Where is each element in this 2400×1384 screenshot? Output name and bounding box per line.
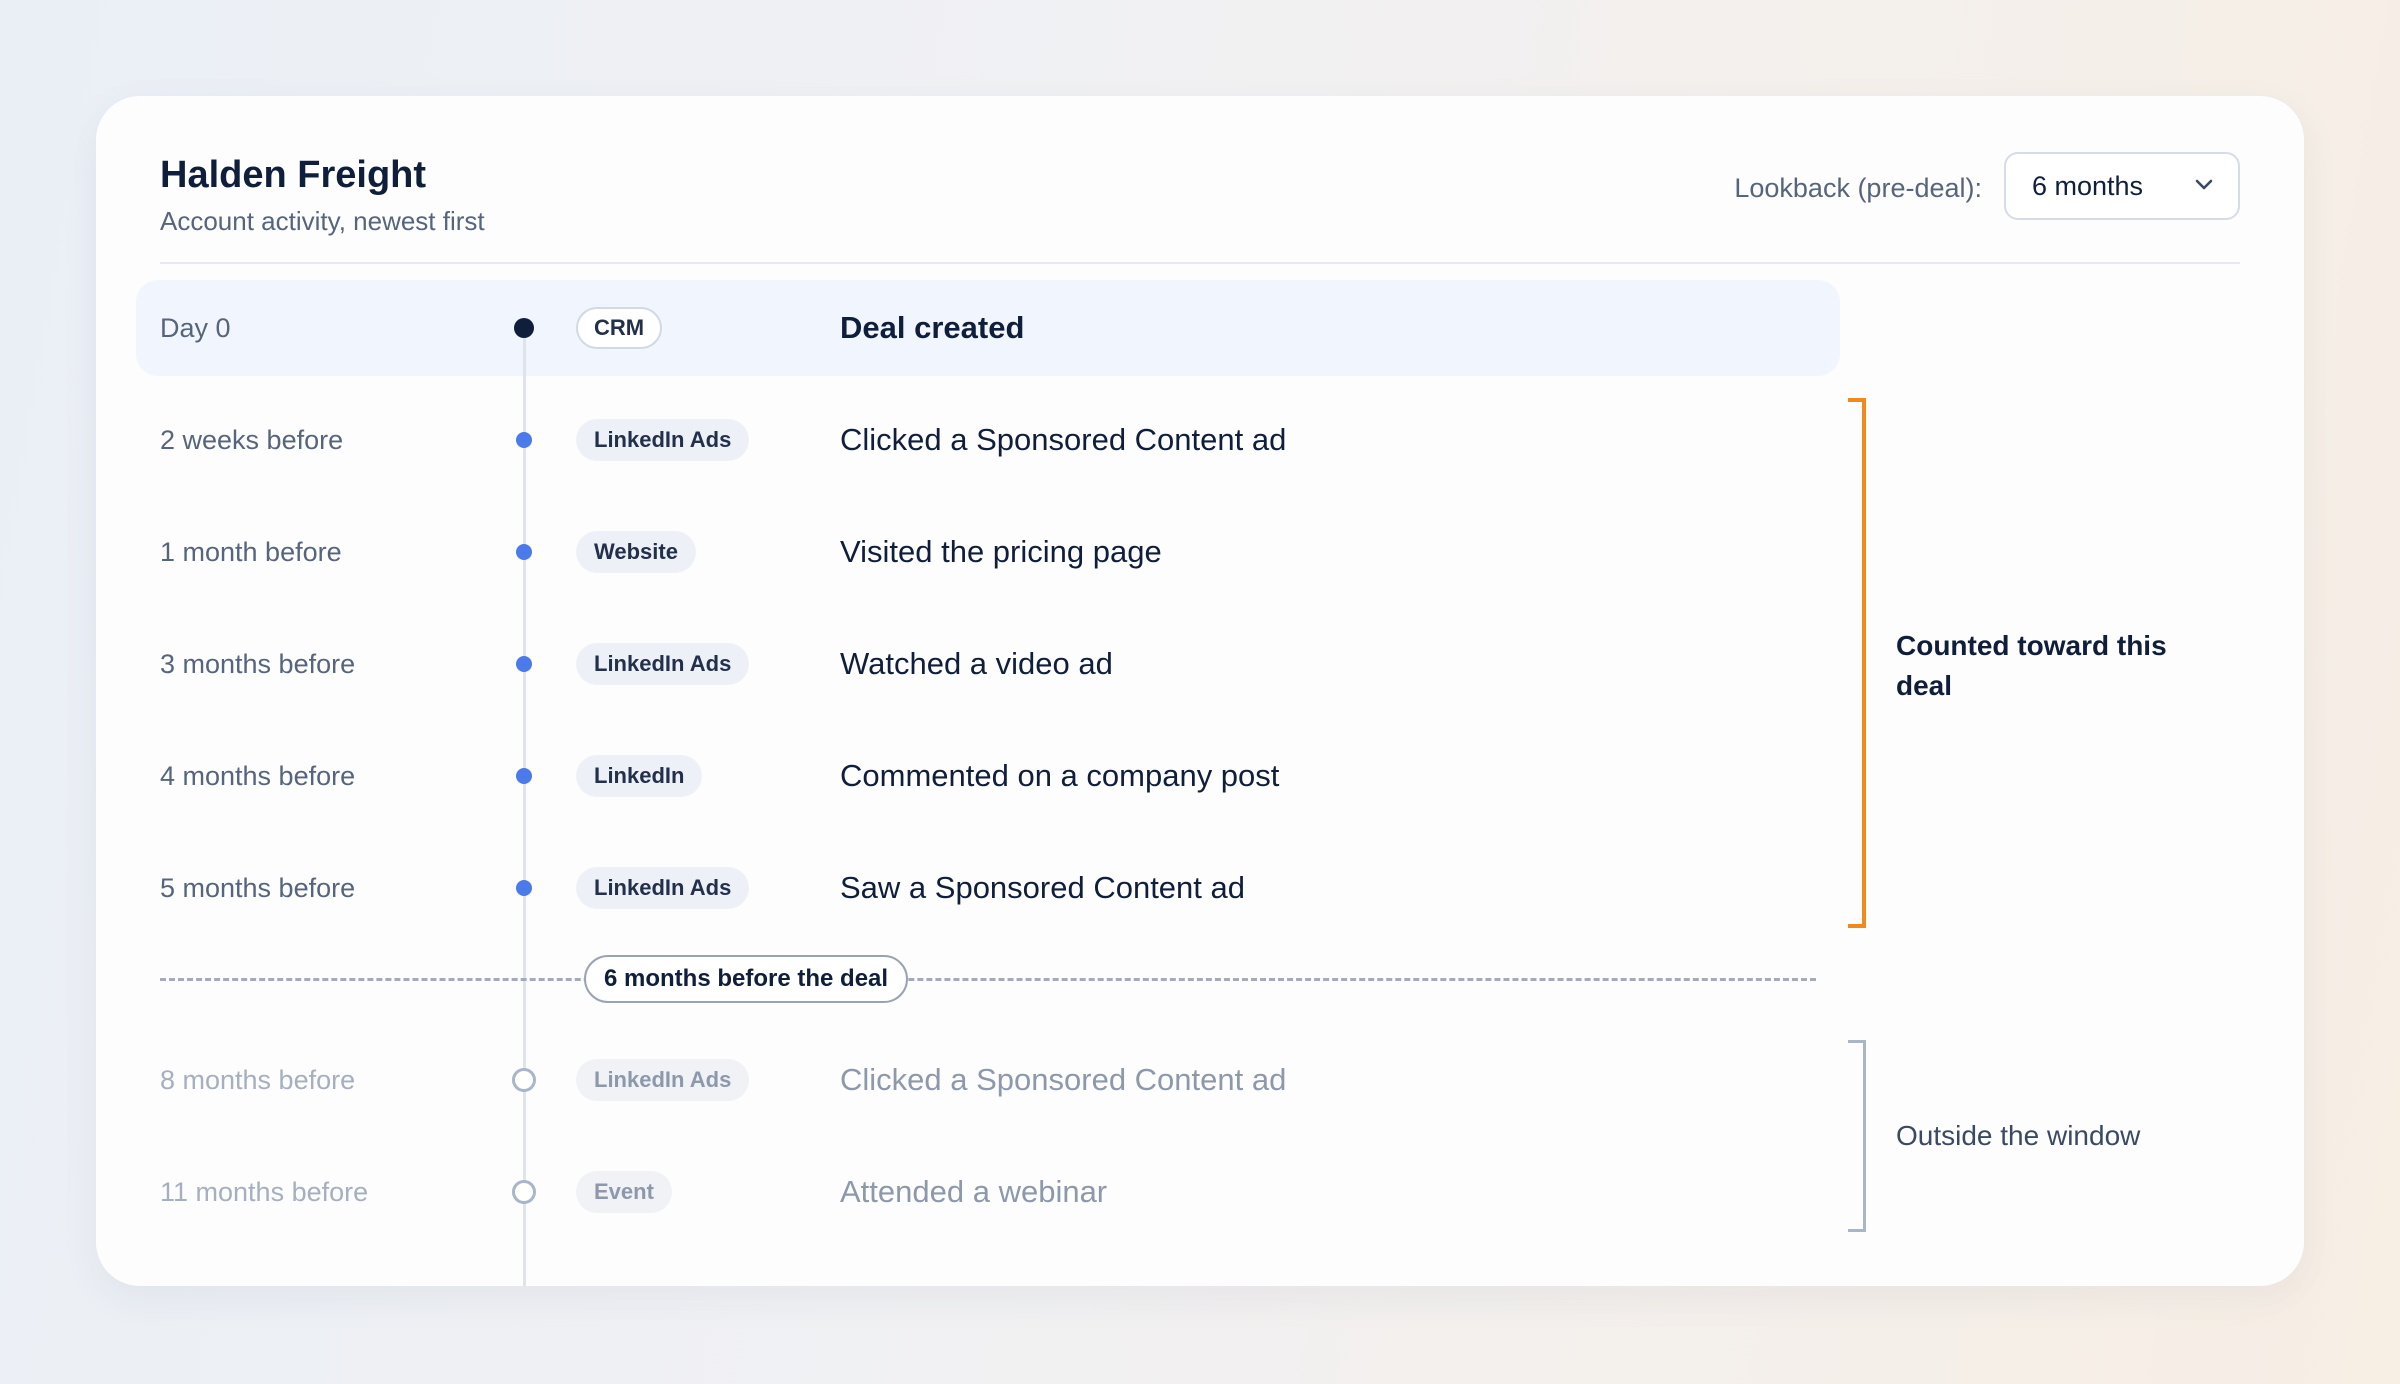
timeline-dot-hollow [512, 1068, 536, 1092]
timeline-row[interactable]: 5 months before LinkedIn Ads Saw a Spons… [96, 856, 1856, 920]
timeline-dot [516, 432, 532, 448]
lookback-label: Lookback (pre-deal): [1734, 173, 1982, 203]
source-badge: LinkedIn [576, 755, 703, 797]
header-divider [160, 262, 2240, 264]
source-badge: LinkedIn Ads [576, 419, 750, 461]
row-when: 1 month before [160, 537, 342, 567]
row-event: Clicked a Sponsored Content ad [840, 1062, 1287, 1097]
source-badge: LinkedIn Ads [576, 867, 750, 909]
source-badge: CRM [576, 307, 663, 349]
outside-label: Outside the window [1896, 1120, 2141, 1151]
lookback-cutoff-line [160, 978, 1816, 981]
counted-label: Counted toward this deal [1896, 630, 2167, 701]
deal-marker-dot [514, 318, 534, 338]
account-subtitle: Account activity, newest first [160, 206, 485, 236]
timeline-dot [516, 656, 532, 672]
timeline-row-outside[interactable]: 11 months before Event Attended a webina… [96, 1160, 1856, 1224]
chevron-down-icon [2195, 179, 2213, 190]
row-event: Deal created [840, 310, 1025, 345]
row-when: 4 months before [160, 761, 356, 791]
row-event: Attended a webinar [840, 1174, 1108, 1209]
timeline-row[interactable]: 4 months before LinkedIn Commented on a … [96, 744, 1856, 808]
timeline-dot [516, 544, 532, 560]
outside-bracket [1848, 1040, 1866, 1232]
lookback-selected-value: 6 months [2032, 171, 2144, 201]
row-when: Day 0 [160, 313, 231, 343]
row-when: 8 months before [160, 1065, 356, 1095]
row-when: 2 weeks before [160, 425, 344, 455]
row-event: Saw a Sponsored Content ad [840, 870, 1245, 905]
timeline-row[interactable]: 1 month before Website Visited the prici… [96, 520, 1856, 584]
row-event: Visited the pricing page [840, 534, 1162, 569]
timeline-row[interactable]: 3 months before LinkedIn Ads Watched a v… [96, 632, 1856, 696]
account-title: Halden Freight [160, 154, 427, 196]
source-badge: Website [576, 531, 696, 573]
source-badge: LinkedIn Ads [576, 1059, 750, 1101]
timeline-dot-hollow [512, 1180, 536, 1204]
lookback-cutoff-label: 6 months before the deal [584, 955, 909, 1003]
row-event: Commented on a company post [840, 758, 1280, 793]
source-badge: Event [576, 1171, 672, 1213]
source-badge: LinkedIn Ads [576, 643, 750, 685]
timeline-row[interactable]: 2 weeks before LinkedIn Ads Clicked a Sp… [96, 408, 1856, 472]
row-event: Clicked a Sponsored Content ad [840, 422, 1287, 457]
timeline-row-outside[interactable]: 8 months before LinkedIn Ads Clicked a S… [96, 1048, 1856, 1112]
account-activity-card: Halden Freight Account activity, newest … [96, 96, 2304, 1286]
row-event: Watched a video ad [840, 646, 1113, 681]
row-when: 11 months before [160, 1177, 369, 1207]
timeline-dot [516, 768, 532, 784]
row-when: 5 months before [160, 873, 356, 903]
timeline-row-deal[interactable]: Day 0 CRM Deal created [96, 296, 1856, 360]
timeline-dot [516, 880, 532, 896]
row-when: 3 months before [160, 649, 356, 679]
lookback-select[interactable]: 6 months [2004, 152, 2240, 220]
counted-bracket [1848, 398, 1866, 928]
